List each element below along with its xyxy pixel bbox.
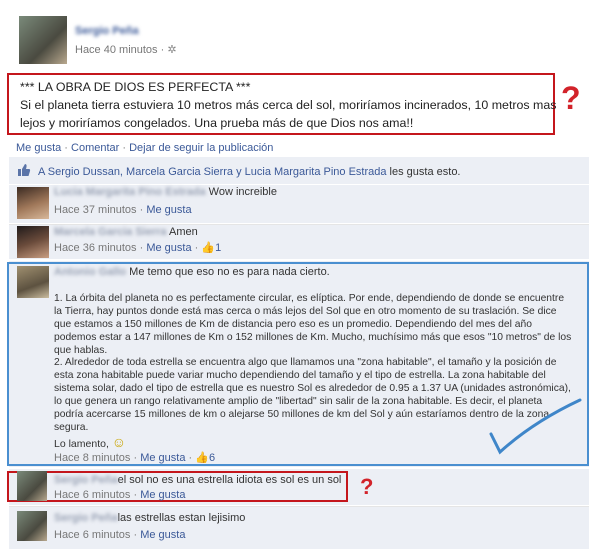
question-mark-annotation: ? (360, 474, 374, 499)
comment-like-link[interactable]: Me gusta (146, 204, 191, 216)
checkmark-annotation (488, 398, 583, 461)
dot-separator: · (119, 142, 130, 154)
comment-text: Amen (168, 226, 198, 238)
comment-time[interactable]: Hace 36 minutos (54, 242, 137, 254)
comment-time[interactable]: Hace 6 minutos (54, 529, 130, 541)
comment-meta: Hace 8 minutos · Me gusta · 👍6 (54, 452, 216, 464)
comment-text: las estrellas estan lejisimo (117, 512, 246, 524)
commenter-name[interactable]: Lucia Margarita Pino Estrada (54, 186, 206, 198)
post-body-line-1: Si el planeta tierra estuviera 10 metros… (20, 98, 557, 112)
comment-header: Sergio Peñalas estrellas estan lejisimo (54, 512, 245, 524)
comment-paragraph-1: 1. La órbita del planeta no es perfectam… (54, 293, 572, 356)
comment-header: Marcela Garcia Sierra Amen (54, 226, 198, 238)
closing-text: Lo lamento, (54, 438, 109, 450)
comment-closing: Lo lamento, ☺ (54, 434, 126, 450)
thumbs-up-icon[interactable]: 👍 (201, 242, 215, 254)
commenter-avatar[interactable] (17, 471, 47, 501)
comment-link[interactable]: Comentar (71, 142, 119, 154)
comment-text: el sol no es una estrella idiota es sol … (117, 474, 342, 486)
comment-meta: Hace 37 minutos · Me gusta (54, 204, 192, 216)
dot-separator: · (61, 142, 72, 154)
commenter-name[interactable]: Antonio Gallo (54, 266, 126, 278)
comment-like-count[interactable]: 6 (209, 452, 215, 464)
commenter-avatar[interactable] (17, 187, 49, 219)
question-mark-annotation: ? (561, 80, 581, 116)
likes-suffix: les gusta esto. (386, 166, 461, 178)
comment-like-link[interactable]: Me gusta (140, 529, 185, 541)
comment-like-link[interactable]: Me gusta (140, 452, 185, 464)
commenter-avatar[interactable] (17, 511, 47, 541)
post-actions: Me gusta · Comentar · Dejar de seguir la… (16, 142, 273, 154)
gear-icon[interactable]: ✲ (167, 44, 176, 56)
unfollow-link[interactable]: Dejar de seguir la publicación (129, 142, 273, 154)
comment-time[interactable]: Hace 8 minutos (54, 452, 130, 464)
commenter-name[interactable]: Marcela Garcia Sierra (54, 226, 167, 238)
likes-summary: A Sergio Dussan, Marcela Garcia Sierra y… (38, 166, 461, 178)
comment-like-link[interactable]: Me gusta (146, 242, 191, 254)
comment-like-count[interactable]: 1 (215, 242, 221, 254)
comment-header: Sergio Peñael sol no es una estrella idi… (54, 474, 341, 486)
author-name[interactable]: Sergio Peña (75, 25, 139, 37)
commenter-avatar[interactable] (17, 266, 49, 298)
smiley-icon: ☺ (111, 434, 127, 450)
comment-time[interactable]: Hace 37 minutos (54, 204, 137, 216)
post-title: *** LA OBRA DE DIOS ES PERFECTA *** (20, 80, 251, 94)
comment-text: Me temo que eso no es para nada cierto. (129, 266, 330, 278)
likers-link[interactable]: A Sergio Dussan, Marcela Garcia Sierra y… (38, 166, 387, 178)
comment-time[interactable]: Hace 6 minutos (54, 489, 130, 501)
thumbs-up-icon[interactable]: 👍 (195, 452, 209, 464)
author-avatar[interactable] (19, 16, 67, 64)
comment-meta: Hace 6 minutos · Me gusta (54, 529, 186, 541)
post-time[interactable]: Hace 40 minutos (75, 44, 158, 56)
comment-text: Wow increible (208, 186, 277, 198)
comment-meta: Hace 6 minutos · Me gusta (54, 489, 186, 501)
commenter-name[interactable]: Sergio Peña (54, 512, 118, 524)
comment-header: Lucia Margarita Pino Estrada Wow increib… (54, 186, 277, 198)
post-body-line-2: lejos y moriríamos congelados. Una prueb… (20, 116, 414, 130)
like-link[interactable]: Me gusta (16, 142, 61, 154)
comment-meta: Hace 36 minutos · Me gusta · 👍1 (54, 242, 222, 254)
commenter-name[interactable]: Sergio Peña (54, 474, 118, 486)
commenter-avatar[interactable] (17, 226, 49, 258)
thumbs-up-icon (17, 163, 31, 180)
comment-header: Antonio Gallo Me temo que eso no es para… (54, 266, 330, 278)
comment-like-link[interactable]: Me gusta (140, 489, 185, 501)
post-meta: Hace 40 minutos · ✲ (75, 43, 177, 56)
